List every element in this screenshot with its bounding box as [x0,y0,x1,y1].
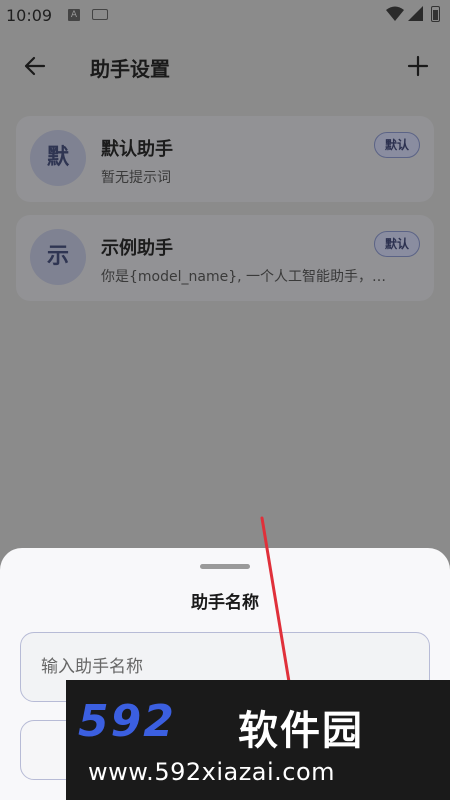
watermark: 592 软件园 www.592xiazai.com [66,680,450,800]
watermark-logo-digits: 592 [78,696,176,747]
avatar: 默 [30,130,86,186]
wifi-icon [386,6,404,21]
assistant-name: 示例助手 [101,238,173,259]
default-badge[interactable]: 默认 [373,231,420,257]
assistant-name: 默认助手 [101,139,173,160]
default-badge: 默认 [373,132,420,158]
sheet-drag-handle[interactable] [200,564,250,569]
status-bar: 10:09 A [0,0,450,32]
app-header: 助手设置 [0,36,450,96]
watermark-logo-text: 软件园 [238,708,364,754]
assistant-description: 你是{model_name}, 一个人工智能助手，… [101,269,387,285]
add-assistant-button[interactable] [403,52,433,80]
screen: 10:09 A 助手设置 默 默认助手 暂无提示词 默认 示 示例助手 你是{m… [0,0,450,800]
plus-icon [407,55,429,77]
status-time: 10:09 [6,6,53,25]
avatar: 示 [30,229,86,285]
assistant-card[interactable]: 示 示例助手 你是{model_name}, 一个人工智能助手，… 默认 [16,215,434,301]
back-button[interactable] [20,52,50,80]
assistant-description: 暂无提示词 [101,170,171,186]
battery-icon [431,6,440,22]
assistant-card[interactable]: 默 默认助手 暂无提示词 默认 [16,116,434,202]
page-title: 助手设置 [90,57,170,81]
sheet-title: 助手名称 [191,593,259,613]
signal-icon [408,6,423,21]
text-a-icon: A [68,9,80,21]
watermark-url: www.592xiazai.com [88,758,336,786]
arrow-left-icon [24,56,46,76]
keyboard-icon [92,9,108,20]
